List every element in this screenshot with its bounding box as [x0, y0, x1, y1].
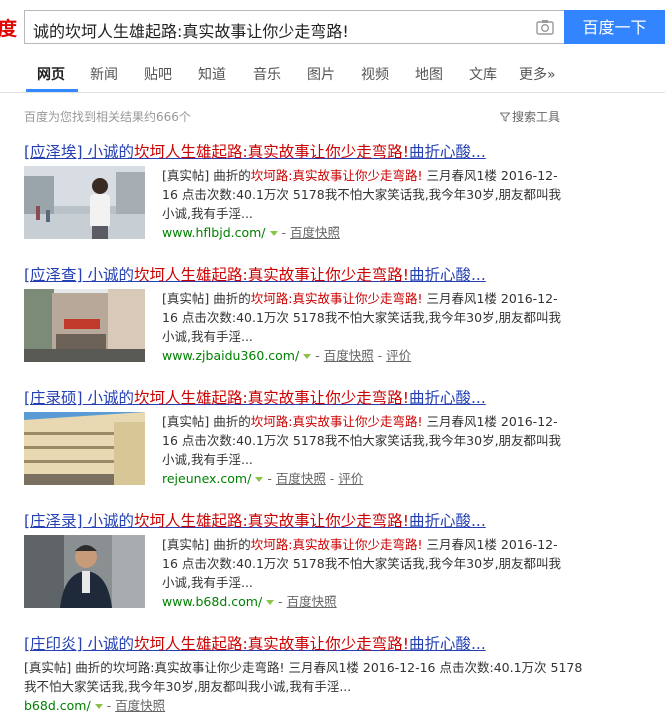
result-title-link[interactable]: [应泽埃] 小诚的坎坷人生雄起路:真实故事让你少走弯路!曲折心酸...: [24, 140, 584, 162]
cache-link[interactable]: 百度快照: [324, 348, 374, 363]
result-url[interactable]: rejeunex.com/: [162, 471, 251, 486]
dropdown-arrow-icon[interactable]: [266, 600, 275, 605]
cache-link[interactable]: 百度快照: [115, 698, 165, 713]
review-link[interactable]: 评价: [386, 348, 411, 363]
result-snippet: [真实帖] 曲折的坎坷路:真实故事让你少走弯路! 三月春风1楼 2016-12-…: [162, 168, 562, 240]
result-item: [应泽埃] 小诚的坎坷人生雄起路:真实故事让你少走弯路!曲折心酸... [真实帖…: [24, 140, 584, 240]
camera-icon[interactable]: [536, 19, 554, 35]
tab-more[interactable]: 更多»: [519, 64, 556, 84]
tab-web[interactable]: 网页: [37, 64, 65, 84]
tab-images[interactable]: 图片: [307, 64, 335, 84]
tab-zhidao[interactable]: 知道: [198, 64, 226, 84]
tab-music[interactable]: 音乐: [253, 64, 281, 84]
result-thumbnail[interactable]: [24, 412, 145, 485]
result-count: 百度为您找到相关结果约666个: [24, 110, 191, 124]
cache-link[interactable]: 百度快照: [276, 471, 326, 486]
result-snippet: [真实帖] 曲折的坎坷路:真实故事让你少走弯路! 三月春风1楼 2016-12-…: [162, 291, 562, 363]
review-link[interactable]: 评价: [338, 471, 363, 486]
result-title-link[interactable]: [庄印炎] 小诚的坎坷人生雄起路:真实故事让你少走弯路!曲折心酸...: [24, 632, 584, 654]
result-title-link[interactable]: [庄泽录] 小诚的坎坷人生雄起路:真实故事让你少走弯路!曲折心酸...: [24, 509, 584, 531]
tab-tieba[interactable]: 贴吧: [144, 64, 172, 84]
result-thumbnail[interactable]: [24, 535, 145, 608]
result-url[interactable]: b68d.com/: [24, 698, 91, 713]
result-url[interactable]: www.hflbjd.com/: [162, 225, 266, 240]
result-item: [庄录硕] 小诚的坎坷人生雄起路:真实故事让你少走弯路!曲折心酸... [真实帖…: [24, 386, 584, 486]
result-url[interactable]: www.b68d.com/: [162, 594, 262, 609]
result-item: [应泽查] 小诚的坎坷人生雄起路:真实故事让你少走弯路!曲折心酸... [真实帖…: [24, 263, 584, 363]
cache-link[interactable]: 百度快照: [290, 225, 340, 240]
result-snippet: [真实帖] 曲折的坎坷路:真实故事让你少走弯路! 三月春风1楼 2016-12-…: [24, 660, 583, 713]
result-snippet: [真实帖] 曲折的坎坷路:真实故事让你少走弯路! 三月春风1楼 2016-12-…: [162, 537, 562, 609]
dropdown-arrow-icon[interactable]: [303, 354, 312, 359]
result-title-link[interactable]: [庄录硕] 小诚的坎坷人生雄起路:真实故事让你少走弯路!曲折心酸...: [24, 386, 584, 408]
result-title-link[interactable]: [应泽查] 小诚的坎坷人生雄起路:真实故事让你少走弯路!曲折心酸...: [24, 263, 584, 285]
search-query-text: 诚的坎坷人生雄起路:真实故事让你少走弯路!: [33, 22, 349, 41]
tab-map[interactable]: 地图: [415, 64, 443, 84]
tab-video[interactable]: 视频: [361, 64, 389, 84]
baidu-logo[interactable]: 度: [0, 14, 17, 41]
search-tools-button[interactable]: 搜索工具: [500, 108, 560, 125]
result-snippet: [真实帖] 曲折的坎坷路:真实故事让你少走弯路! 三月春风1楼 2016-12-…: [162, 414, 562, 486]
search-input[interactable]: 诚的坎坷人生雄起路:真实故事让你少走弯路!: [24, 10, 564, 44]
cache-link[interactable]: 百度快照: [287, 594, 337, 609]
result-item: [庄印炎] 小诚的坎坷人生雄起路:真实故事让你少走弯路!曲折心酸... [真实帖…: [24, 632, 584, 713]
tab-news[interactable]: 新闻: [90, 64, 118, 84]
dropdown-arrow-icon[interactable]: [94, 704, 103, 709]
dropdown-arrow-icon[interactable]: [255, 477, 264, 482]
dropdown-arrow-icon[interactable]: [269, 231, 278, 236]
funnel-icon: [500, 112, 510, 122]
result-item: [庄泽录] 小诚的坎坷人生雄起路:真实故事让你少走弯路!曲折心酸... [真实帖…: [24, 509, 584, 609]
result-url[interactable]: www.zjbaidu360.com/: [162, 348, 299, 363]
active-tab-indicator: [26, 89, 78, 92]
tab-bar: 网页 新闻 贴吧 知道 音乐 图片 视频 地图 文库 更多»: [0, 56, 665, 93]
search-tools-label: 搜索工具: [512, 110, 561, 124]
search-button[interactable]: 百度一下: [564, 10, 665, 44]
result-thumbnail[interactable]: [24, 166, 145, 239]
tab-wenku[interactable]: 文库: [469, 64, 497, 84]
result-thumbnail[interactable]: [24, 289, 145, 362]
